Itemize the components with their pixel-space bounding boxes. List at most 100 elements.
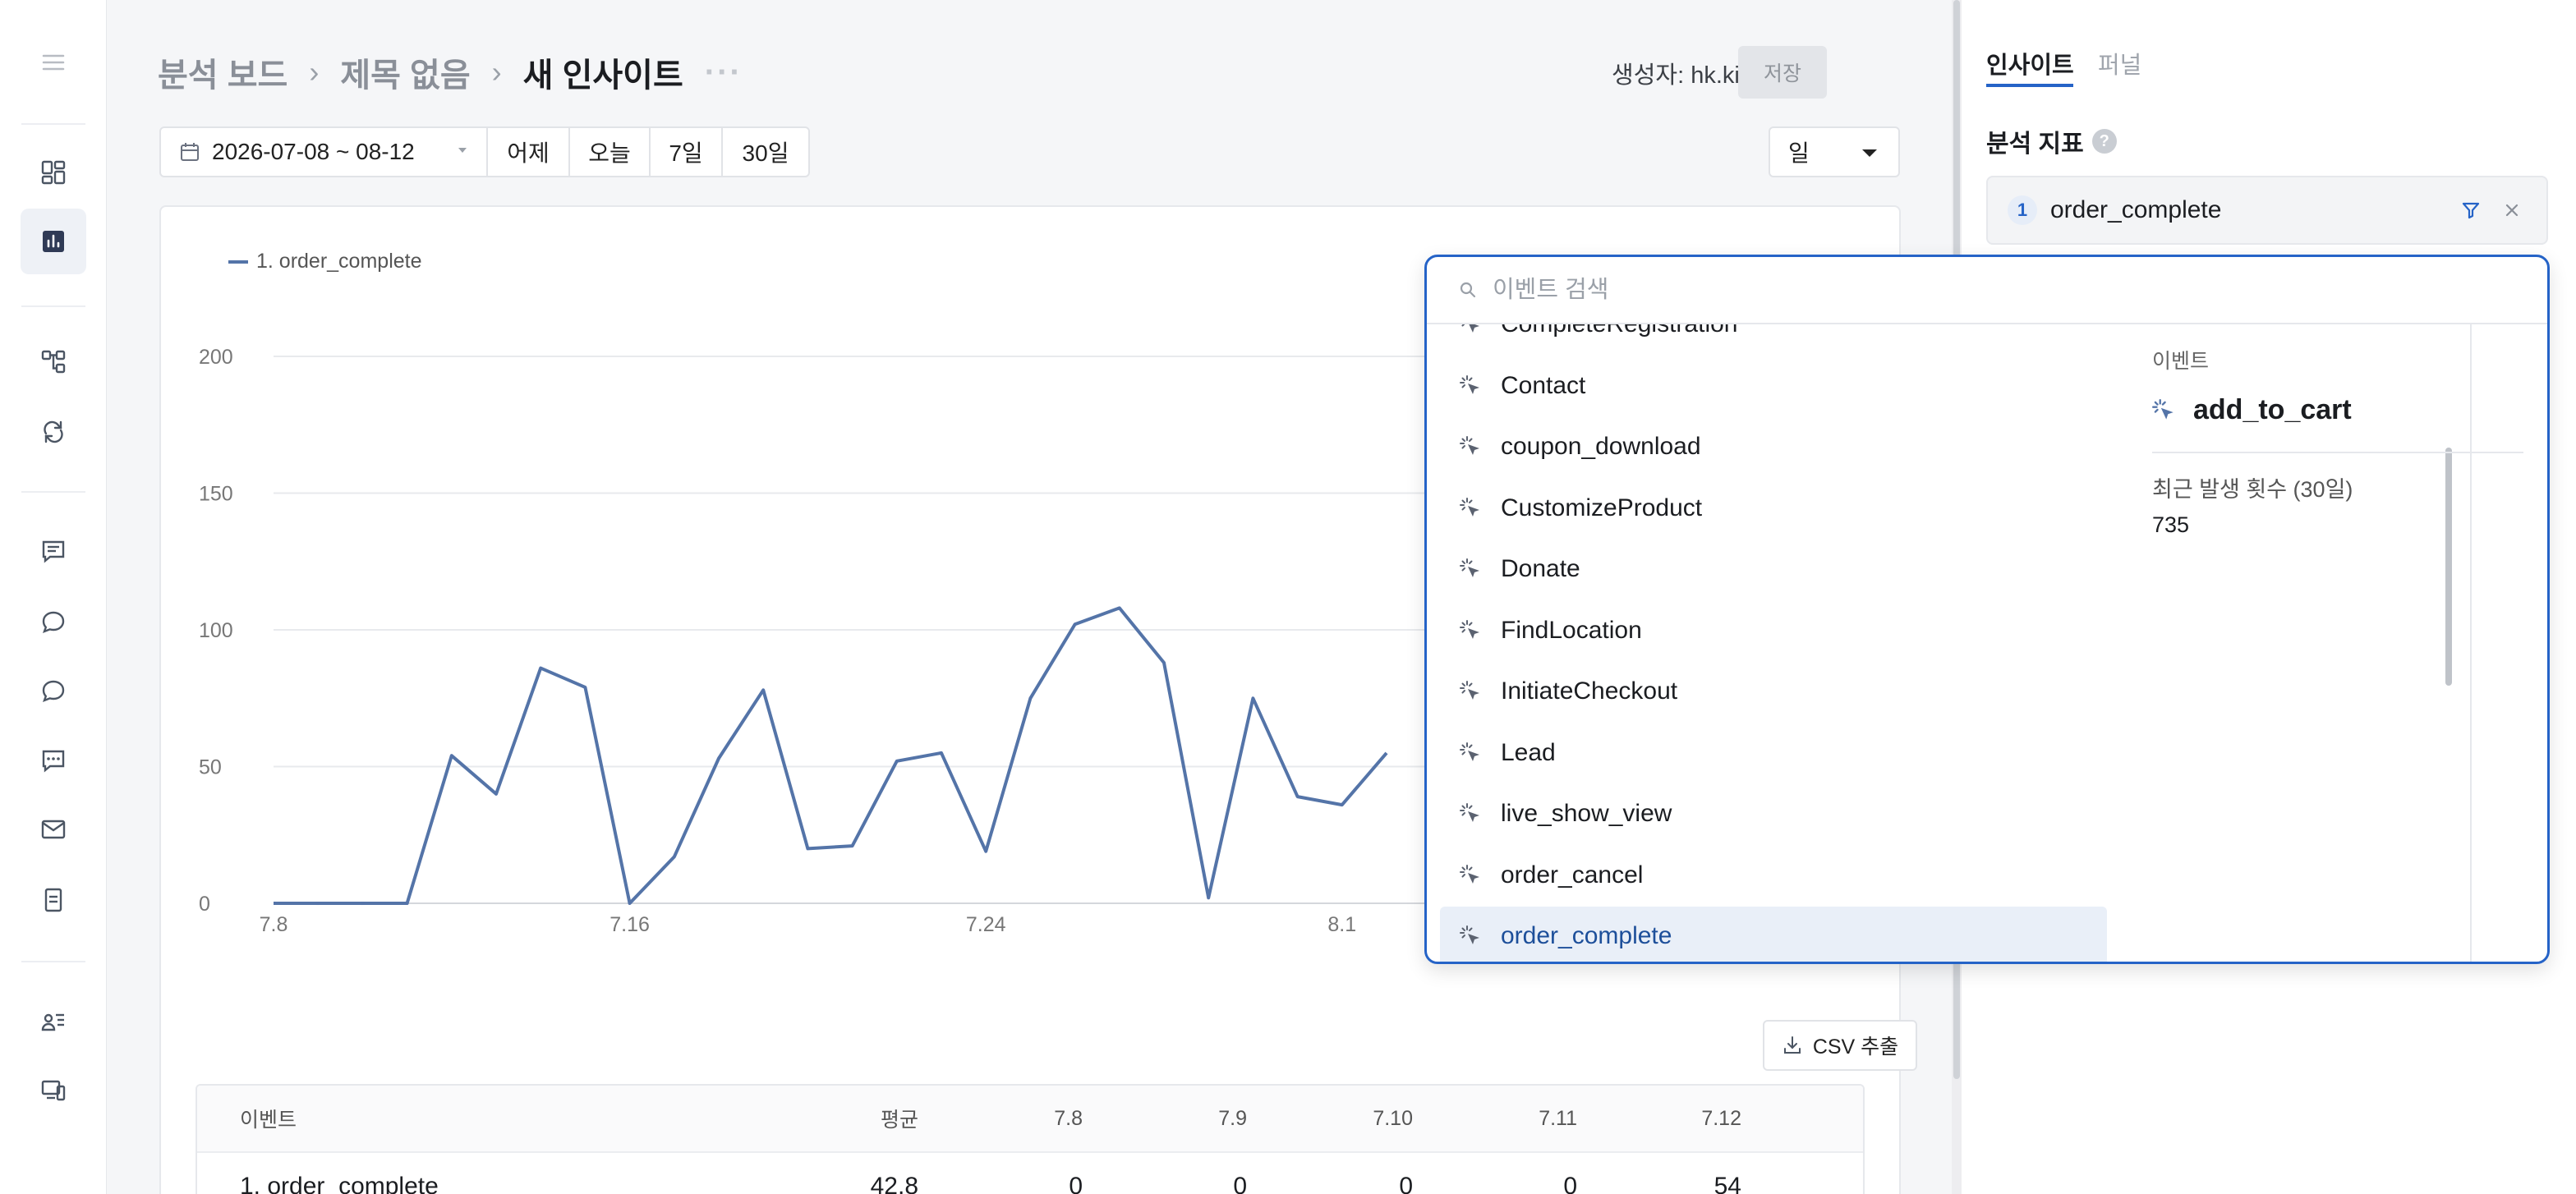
scrollbar-thumb[interactable] <box>2445 448 2452 686</box>
event-list-item-label: coupon_download <box>1501 433 1701 460</box>
save-button[interactable]: 저장 <box>1738 46 1827 99</box>
data-point[interactable] <box>716 756 721 761</box>
data-point[interactable] <box>1384 751 1389 755</box>
data-point[interactable] <box>1162 660 1166 665</box>
interval-select[interactable]: 일 <box>1769 126 1900 177</box>
rail-divider <box>21 305 85 307</box>
table-cell-avg: 42.8 <box>870 1173 918 1194</box>
series-line[interactable] <box>274 606 1388 905</box>
page-title[interactable]: 새 인사이트 <box>523 48 683 96</box>
data-point[interactable] <box>850 843 855 848</box>
left-nav-rail <box>0 0 107 1194</box>
data-point[interactable] <box>315 901 320 906</box>
click-event-icon <box>1458 679 1501 704</box>
event-list-item[interactable]: CompleteRegistration <box>1440 324 2107 354</box>
flow-icon[interactable] <box>21 328 86 394</box>
data-point[interactable] <box>1340 802 1345 807</box>
y-tick-label: 50 <box>199 756 222 779</box>
chart-icon[interactable] <box>21 209 86 274</box>
table-header-cell: 7.12 <box>1701 1106 1741 1130</box>
data-point[interactable] <box>805 846 810 851</box>
click-event-icon <box>1458 924 1501 948</box>
data-point[interactable] <box>1250 696 1255 700</box>
quick-range-today[interactable]: 오늘 <box>570 128 651 176</box>
event-list-scrollbar[interactable] <box>2440 324 2455 962</box>
data-point[interactable] <box>494 792 499 797</box>
detail-divider <box>2152 452 2523 453</box>
sms-icon[interactable] <box>21 728 86 793</box>
breadcrumb-board[interactable]: 제목 없음 <box>340 48 470 96</box>
data-point[interactable] <box>1073 622 1078 627</box>
data-point[interactable] <box>1295 794 1300 799</box>
chat-icon[interactable] <box>21 590 86 655</box>
quick-range-yesterday[interactable]: 어제 <box>488 128 570 176</box>
devices-icon[interactable] <box>21 1058 86 1123</box>
table-header-cell: 7.8 <box>1054 1106 1083 1130</box>
event-list-item[interactable]: order_complete <box>1440 907 2107 962</box>
dashboard-icon[interactable] <box>21 140 86 205</box>
data-point[interactable] <box>1028 696 1033 700</box>
data-point[interactable] <box>1206 895 1211 900</box>
csv-export-button[interactable]: CSV 추출 <box>1763 1020 1917 1071</box>
data-point[interactable] <box>983 849 988 854</box>
data-point[interactable] <box>628 901 632 906</box>
data-point[interactable] <box>271 901 276 906</box>
data-point[interactable] <box>449 753 454 758</box>
quick-range-7d[interactable]: 7일 <box>651 128 723 176</box>
data-point[interactable] <box>538 666 543 671</box>
event-detail-name: add_to_cart <box>2150 394 2352 426</box>
filter-icon[interactable] <box>2459 199 2482 222</box>
close-icon[interactable] <box>2500 199 2523 222</box>
more-options-icon[interactable]: ··· <box>705 54 743 91</box>
click-event-icon <box>1458 741 1501 765</box>
quick-range-30d[interactable]: 30일 <box>723 128 808 176</box>
event-list-item[interactable]: Contact <box>1440 356 2107 416</box>
x-tick-label: 7.16 <box>610 913 650 936</box>
event-list-item[interactable]: order_cancel <box>1440 846 2107 905</box>
mail-icon[interactable] <box>21 797 86 862</box>
menu-icon[interactable] <box>21 30 86 95</box>
table-header-cell: 7.9 <box>1218 1106 1247 1130</box>
chat-icon[interactable] <box>21 659 86 724</box>
x-tick-label: 8.1 <box>1327 913 1356 936</box>
event-list-item[interactable]: live_show_view <box>1440 784 2107 843</box>
refresh-icon[interactable] <box>21 399 86 465</box>
click-event-icon <box>1458 801 1501 826</box>
data-point[interactable] <box>672 854 677 859</box>
download-icon <box>1783 1036 1801 1054</box>
document-icon[interactable] <box>21 867 86 933</box>
event-search-input[interactable] <box>1493 276 2150 304</box>
click-event-icon <box>1458 434 1501 459</box>
data-point[interactable] <box>360 901 365 906</box>
table-cell: 54 <box>1714 1173 1741 1194</box>
event-list-item-label: order_cancel <box>1501 861 1644 889</box>
data-point[interactable] <box>761 687 766 692</box>
data-point[interactable] <box>582 685 587 690</box>
event-list-item[interactable]: CustomizeProduct <box>1440 479 2107 538</box>
event-list-item[interactable]: coupon_download <box>1440 417 2107 476</box>
data-point[interactable] <box>1117 605 1122 610</box>
date-range-picker[interactable]: 2026-07-08 ~ 08-12 <box>161 128 488 176</box>
data-point[interactable] <box>405 901 410 906</box>
event-list-item[interactable]: FindLocation <box>1440 601 2107 660</box>
table-header-cell: 7.11 <box>1539 1106 1577 1130</box>
help-icon[interactable]: ? <box>2091 129 2117 154</box>
table-row[interactable]: 1. order_complete 42.8 0 0 0 0 54 <box>197 1153 1863 1194</box>
user-list-icon[interactable] <box>21 989 86 1054</box>
breadcrumb-root[interactable]: 분석 보드 <box>158 48 288 96</box>
event-list-item[interactable]: Donate <box>1440 540 2107 599</box>
event-list-item[interactable]: InitiateCheckout <box>1440 662 2107 721</box>
event-list-item-label: InitiateCheckout <box>1501 677 1678 705</box>
chevron-right-icon: › <box>309 55 320 89</box>
tab-funnel[interactable]: 퍼널 <box>2098 46 2141 80</box>
event-list-item-label: CompleteRegistration <box>1501 324 1737 338</box>
event-list-item-label: order_complete <box>1501 922 1672 949</box>
table-header-cell: 평균 <box>880 1109 918 1132</box>
click-event-icon <box>2152 398 2174 420</box>
metric-item[interactable]: 1 order_complete <box>1986 176 2548 245</box>
tab-insight[interactable]: 인사이트 <box>1986 46 2074 80</box>
event-list-item[interactable]: Lead <box>1440 723 2107 783</box>
data-point[interactable] <box>939 751 944 755</box>
message-icon[interactable] <box>21 519 86 585</box>
data-point[interactable] <box>895 759 899 764</box>
